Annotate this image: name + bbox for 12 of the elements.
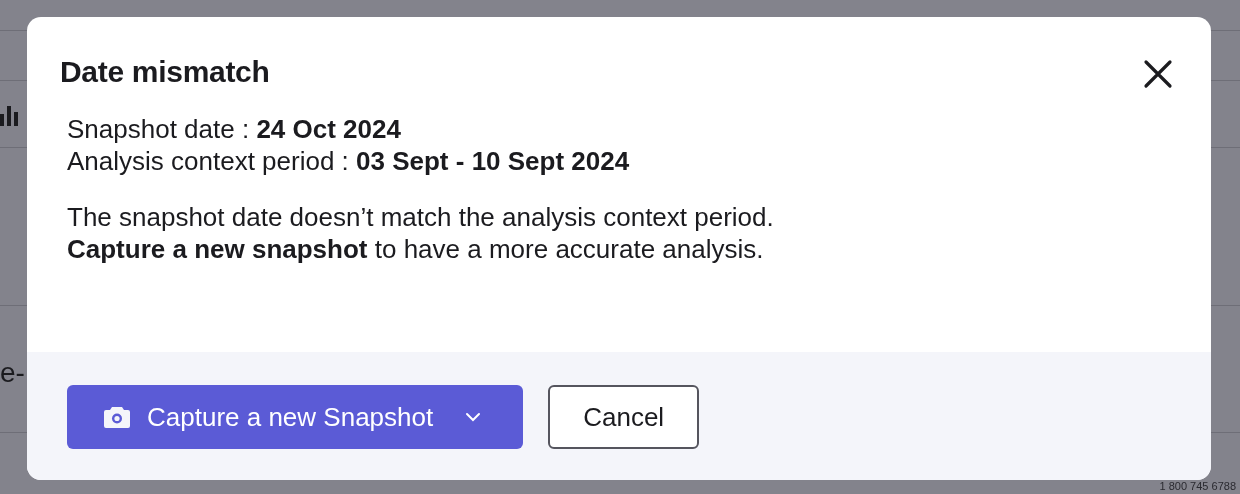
message-text: The snapshot date doesn’t match the analysis context period. [67,201,775,233]
detail-line: Snapshot date : 24 Oct 2024 [67,113,402,145]
phone-number: 1 800 745 6788 [1159,481,1236,492]
capture-snapshot-button[interactable]: Capture a new Snapshot [67,385,524,449]
detail-line: Analysis context period : 03 Sept - 10 Sept 2024 [67,145,631,177]
caret-icon [465,412,482,422]
close-icon [1143,59,1173,89]
camera-icon [103,405,131,429]
message-text: Capture a new snapshot to have a more accurate analysis. [67,233,765,265]
dialog-title: Date mismatch [60,54,270,90]
background-text: e- [0,356,25,390]
cancel-button[interactable]: Cancel [548,385,700,449]
